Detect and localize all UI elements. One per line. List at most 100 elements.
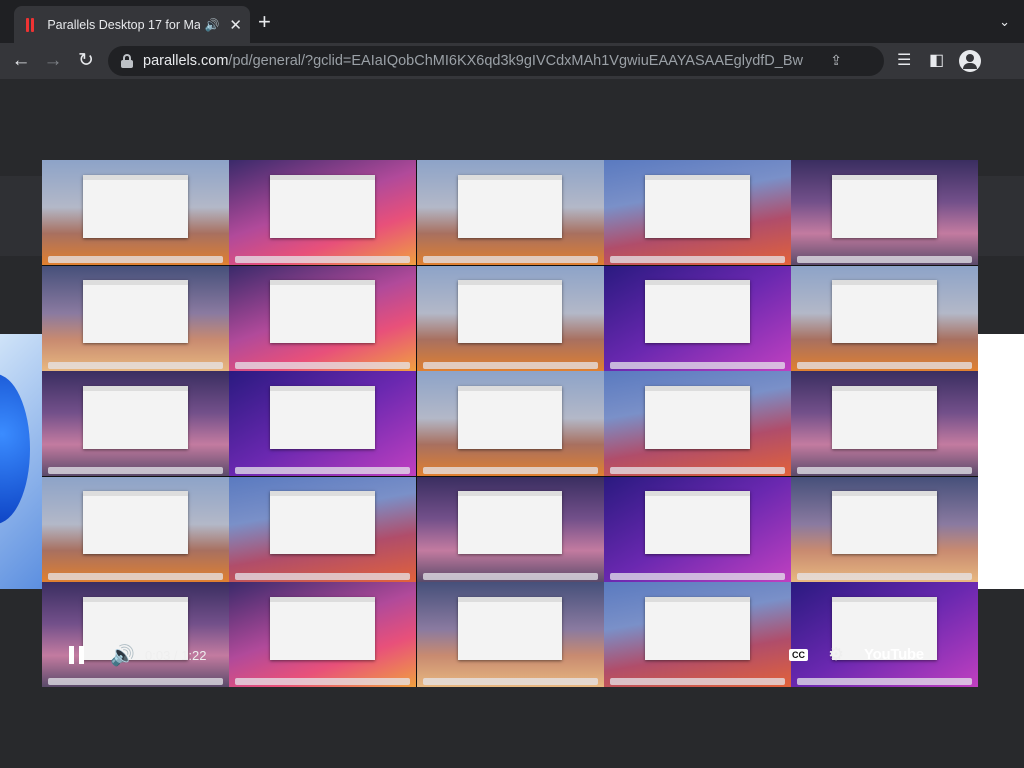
dock <box>48 572 223 580</box>
app-window <box>832 174 937 238</box>
dock <box>797 678 972 685</box>
video-frame-thumbnail <box>42 476 229 582</box>
app-window <box>270 491 376 555</box>
video-frame-thumbnail <box>416 582 604 687</box>
player-controls: 🔊 0:03 / 1:22 CC ⚙ YouTube <box>42 640 978 670</box>
video-frame-thumbnail <box>42 160 229 265</box>
dock <box>609 572 785 580</box>
dock <box>797 361 972 369</box>
app-window <box>457 385 563 449</box>
url-text[interactable]: parallels.com/pd/general/?gclid=EAIaIQob… <box>143 53 803 69</box>
video-frame-thumbnail <box>791 582 978 687</box>
dock <box>48 678 223 685</box>
app-window <box>83 280 188 344</box>
video-frame-thumbnail <box>791 265 978 371</box>
dock <box>422 678 598 685</box>
app-window <box>457 491 563 555</box>
new-tab-icon[interactable]: + <box>258 11 271 33</box>
dock <box>609 256 785 263</box>
dock <box>797 572 972 580</box>
video-frame-thumbnail <box>42 371 229 476</box>
app-window <box>270 385 376 449</box>
video-frame-thumbnail <box>416 160 604 265</box>
reload-icon[interactable]: ↻ <box>74 49 98 73</box>
dock <box>797 467 972 474</box>
dock <box>48 467 223 474</box>
video-frame-thumbnail <box>791 160 978 265</box>
video-frame-thumbnail <box>416 371 604 476</box>
video-frame-thumbnail <box>42 582 229 687</box>
tab-title: Parallels Desktop 17 for Mac <box>47 17 201 32</box>
video-frame-thumbnail <box>791 371 978 476</box>
speaker-icon[interactable]: 🔊 <box>204 18 219 32</box>
reading-list-icon[interactable]: ☰ <box>897 50 911 70</box>
browser-tab[interactable]: Parallels Desktop 17 for Mac 🔊 ✕ <box>14 6 250 43</box>
app-window <box>644 491 750 555</box>
app-window <box>83 385 188 449</box>
close-tab-icon[interactable]: ✕ <box>229 16 242 34</box>
tab-strip: Parallels Desktop 17 for Mac 🔊 ✕ + ⌄ <box>0 0 1024 43</box>
app-window <box>832 280 937 344</box>
dock <box>609 467 785 474</box>
video-player[interactable] <box>42 160 978 687</box>
dock <box>235 467 411 474</box>
app-window <box>832 491 937 555</box>
dock <box>609 678 785 685</box>
settings-gear-icon[interactable]: ⚙ <box>828 644 844 665</box>
back-icon[interactable]: ← <box>9 49 33 73</box>
dock <box>609 361 785 369</box>
video-frame-thumbnail <box>229 476 417 582</box>
volume-icon[interactable]: 🔊 <box>110 643 135 668</box>
url-host: parallels.com <box>143 53 229 69</box>
video-frame-thumbnail <box>42 265 229 371</box>
app-window <box>644 174 750 238</box>
time-display: 0:03 / 1:22 <box>145 648 207 663</box>
dock <box>797 256 972 263</box>
app-window <box>832 385 937 449</box>
dock <box>422 256 598 263</box>
dock <box>422 467 598 474</box>
pause-icon[interactable] <box>69 646 85 664</box>
address-bar[interactable]: parallels.com/pd/general/?gclid=EAIaIQob… <box>108 46 884 76</box>
app-window <box>83 174 188 238</box>
app-window <box>457 174 563 238</box>
video-frame-thumbnail <box>603 265 791 371</box>
dock <box>235 256 411 263</box>
side-panel-icon[interactable]: ◧ <box>929 50 944 70</box>
video-frame-thumbnail <box>791 476 978 582</box>
forward-icon[interactable]: → <box>41 49 65 73</box>
video-frame-thumbnail <box>603 582 791 687</box>
chevron-down-icon[interactable]: ⌄ <box>999 14 1010 30</box>
windows11-wallpaper <box>0 334 42 589</box>
app-window <box>644 385 750 449</box>
video-frame-thumbnail <box>603 160 791 265</box>
video-frame-thumbnail <box>416 265 604 371</box>
share-icon[interactable]: ⇪ <box>830 52 842 69</box>
video-frame-thumbnail <box>229 582 417 687</box>
lock-icon[interactable] <box>120 54 134 68</box>
dock <box>235 678 411 685</box>
dock <box>422 361 598 369</box>
dock <box>48 256 223 263</box>
dock <box>48 361 223 369</box>
video-frame-thumbnail <box>603 371 791 476</box>
dock <box>422 572 598 580</box>
dock <box>235 361 411 369</box>
video-frame-thumbnail <box>416 476 604 582</box>
app-window <box>270 280 376 344</box>
video-frame-thumbnail <box>229 371 417 476</box>
dock <box>235 572 411 580</box>
youtube-logo[interactable]: YouTube <box>864 646 924 663</box>
video-frame-thumbnail <box>603 476 791 582</box>
parallels-icon <box>22 17 37 33</box>
url-path: /pd/general/?gclid=EAIaIQobChMI6KX6qd3k9… <box>228 53 803 69</box>
app-window <box>644 280 750 344</box>
captions-button[interactable]: CC <box>789 649 808 661</box>
video-frame-thumbnail <box>229 160 417 265</box>
video-frame-thumbnail <box>229 265 417 371</box>
app-window <box>457 280 563 344</box>
profile-avatar[interactable] <box>959 50 981 72</box>
app-window <box>83 491 188 555</box>
browser-toolbar: ← → ↻ parallels.com/pd/general/?gclid=EA… <box>0 43 1024 79</box>
app-window <box>270 174 376 238</box>
